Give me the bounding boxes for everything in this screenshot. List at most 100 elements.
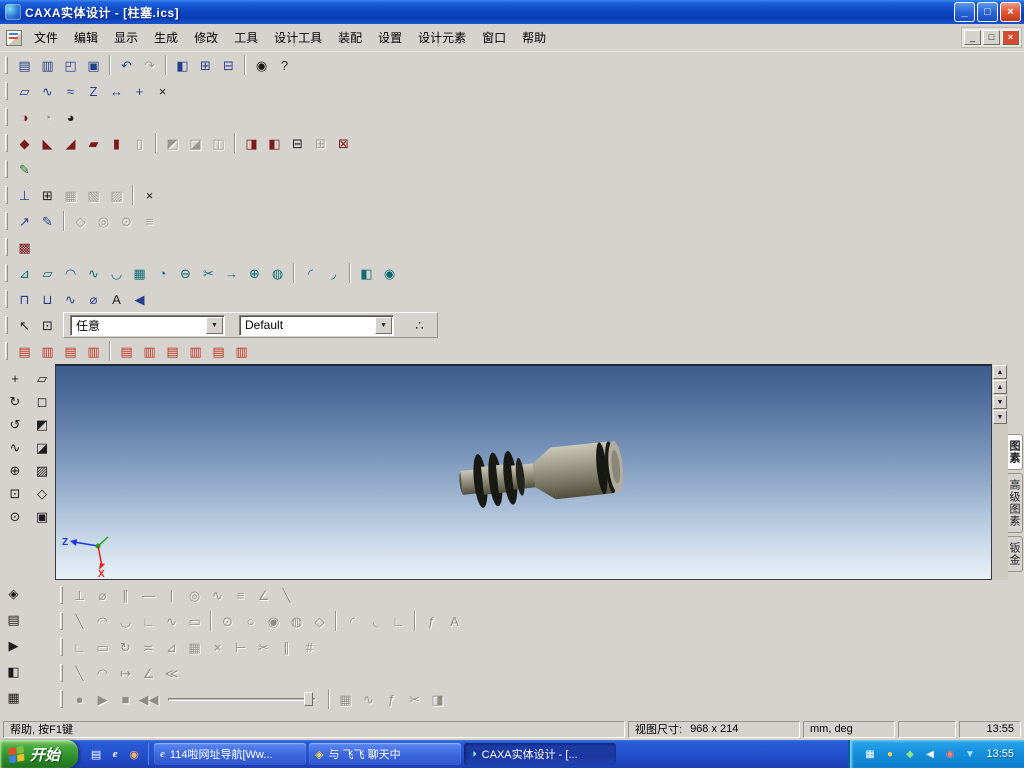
sketch-view[interactable]: ▱: [29, 367, 55, 389]
texture-wizard[interactable]: ◩: [161, 132, 184, 154]
animation-browser[interactable]: ▶: [2, 634, 25, 656]
toolbar-grip[interactable]: [5, 264, 8, 282]
fill-surface[interactable]: ◍: [266, 262, 289, 284]
chevron-down-icon[interactable]: ▼: [375, 316, 392, 334]
view-config-10[interactable]: ▥: [230, 340, 253, 362]
toolbar-grip[interactable]: [60, 586, 63, 604]
view-config-2[interactable]: ▥: [36, 340, 59, 362]
toolbar-grip[interactable]: [5, 108, 8, 126]
style-combo[interactable]: Default ▼: [239, 314, 394, 336]
curve-view[interactable]: ∿: [2, 436, 28, 458]
design-environment[interactable]: ◈: [2, 582, 25, 604]
scroll-page-up[interactable]: ▲: [993, 380, 1007, 394]
thicken-surface[interactable]: ◧: [355, 262, 378, 284]
remove-feature[interactable]: ×: [138, 184, 161, 206]
tray-input-method[interactable]: ▦: [862, 747, 877, 762]
standard-hole[interactable]: ⊞: [36, 184, 59, 206]
scroll-up[interactable]: ▲: [993, 365, 1007, 379]
apply-texture[interactable]: ▰: [82, 132, 105, 154]
sound-effect[interactable]: ◀: [128, 288, 151, 310]
menu-item[interactable]: 装配: [330, 27, 370, 49]
new-design[interactable]: ▤: [13, 54, 36, 76]
tray-security[interactable]: ◉: [942, 747, 957, 762]
search[interactable]: ◉: [250, 54, 273, 76]
check-draft[interactable]: ⊙: [115, 210, 138, 232]
extrude-surface[interactable]: ▱: [36, 262, 59, 284]
custom-hole[interactable]: ⊥: [13, 184, 36, 206]
3d-viewport[interactable]: Z X: [55, 364, 992, 580]
text-wizard[interactable]: A: [105, 288, 128, 310]
select-box[interactable]: ⊡: [36, 314, 59, 336]
menu-item[interactable]: 设计元素: [410, 27, 474, 49]
surface-fillet[interactable]: ◜: [299, 262, 322, 284]
zoom-all[interactable]: ⊙: [2, 505, 28, 527]
loft-surface[interactable]: ◡: [105, 262, 128, 284]
paint-part[interactable]: ◆: [13, 132, 36, 154]
toolbar-grip[interactable]: [5, 212, 8, 230]
output-image[interactable]: ◧: [171, 54, 194, 76]
surface-trim-solid[interactable]: ◞: [322, 262, 345, 284]
view-config-9[interactable]: ▤: [207, 340, 230, 362]
engrave-text[interactable]: ⊔: [36, 288, 59, 310]
view-config-1[interactable]: ▤: [13, 340, 36, 362]
quick-launch-browser[interactable]: e: [107, 746, 123, 762]
animation-slider[interactable]: [168, 690, 316, 708]
wireframe-display[interactable]: ▨: [29, 459, 55, 481]
toolbar-grip[interactable]: [60, 664, 63, 682]
mdi-minimize-button[interactable]: _: [964, 30, 981, 45]
menu-item[interactable]: 修改: [186, 27, 226, 49]
view-config-6[interactable]: ▥: [138, 340, 161, 362]
insert-dimension[interactable]: ↔: [105, 80, 128, 102]
render-options[interactable]: ⊠: [332, 132, 355, 154]
new-drawing[interactable]: ▥: [36, 54, 59, 76]
stitch-surface[interactable]: ⊕: [243, 262, 266, 284]
minimize-button[interactable]: _: [954, 2, 975, 22]
view-config-3[interactable]: ▤: [59, 340, 82, 362]
document-icon[interactable]: [6, 29, 22, 46]
extend-surface[interactable]: →: [220, 262, 243, 284]
smart-render[interactable]: ◑: [13, 106, 36, 128]
catalog-tab[interactable]: 钣金: [1008, 536, 1023, 572]
task-browser[interactable]: e 114啦网址导航[Ww...: [154, 743, 307, 765]
tray-network[interactable]: ▼: [962, 747, 977, 762]
insert-z-plane[interactable]: Z: [82, 80, 105, 102]
smart-motion[interactable]: ◕: [59, 106, 82, 128]
design-tree-button[interactable]: ∴: [408, 314, 431, 336]
view-config-4[interactable]: ▥: [82, 340, 105, 362]
rotate-view[interactable]: ↻: [2, 390, 28, 412]
mass-properties[interactable]: ≡: [138, 210, 161, 232]
projection-curve[interactable]: ⌀: [82, 288, 105, 310]
view-config-8[interactable]: ▥: [184, 340, 207, 362]
mdi-restore-button[interactable]: □: [983, 30, 1000, 45]
pan-view[interactable]: +: [2, 367, 28, 389]
quick-launch-player[interactable]: ◉: [126, 746, 142, 762]
tray-qq[interactable]: ●: [882, 747, 897, 762]
undo[interactable]: ↶: [115, 54, 138, 76]
display-options[interactable]: ▣: [29, 505, 55, 527]
slider-handle[interactable]: [304, 692, 313, 706]
helix-curve[interactable]: ∿: [59, 288, 82, 310]
color-palette[interactable]: ▩: [13, 236, 36, 258]
menu-item[interactable]: 窗口: [474, 27, 514, 49]
menu-item[interactable]: 帮助: [514, 27, 554, 49]
set-foreground[interactable]: ◧: [263, 132, 286, 154]
ruled-surface[interactable]: ⊿: [13, 262, 36, 284]
catalog-tab[interactable]: 高级图素: [1008, 473, 1023, 533]
menu-item[interactable]: 工具: [226, 27, 266, 49]
check-surface[interactable]: ◎: [92, 210, 115, 232]
set-background[interactable]: ◨: [240, 132, 263, 154]
mdi-close-button[interactable]: ×: [1002, 30, 1019, 45]
toolbar-grip[interactable]: [60, 612, 63, 630]
trim-surface[interactable]: ✂: [197, 262, 220, 284]
menu-item[interactable]: 设置: [370, 27, 410, 49]
check-interference[interactable]: ◇: [69, 210, 92, 232]
tray-messenger[interactable]: ◆: [902, 747, 917, 762]
task-caxa[interactable]: ◑ CAXA实体设计 - [...: [464, 743, 617, 765]
scroll-down[interactable]: ▼: [993, 395, 1007, 409]
paint-surface[interactable]: ◣: [36, 132, 59, 154]
menu-item[interactable]: 文件: [26, 27, 66, 49]
tray-volume[interactable]: ◀: [922, 747, 937, 762]
cavity-feature[interactable]: ▦: [59, 184, 82, 206]
sweep-surface[interactable]: ∿: [82, 262, 105, 284]
perspective-display[interactable]: ◇: [29, 482, 55, 504]
